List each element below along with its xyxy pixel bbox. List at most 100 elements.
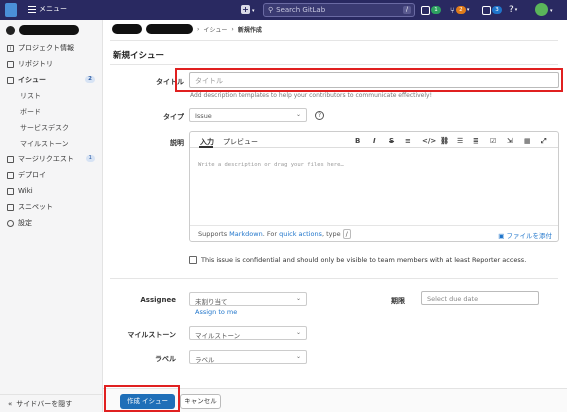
gitlab-logo-icon[interactable] bbox=[5, 3, 17, 17]
todo-icon bbox=[482, 5, 491, 15]
search-input[interactable]: ⚲ Search GitLab / bbox=[263, 3, 415, 17]
confidential-label: This issue is confidential and should on… bbox=[201, 256, 527, 264]
merge-request-icon bbox=[7, 155, 14, 163]
strikethrough-icon[interactable]: S bbox=[389, 137, 394, 145]
task-list-icon[interactable]: ☑ bbox=[490, 137, 496, 145]
sidebar-item-settings[interactable]: 設定 bbox=[7, 217, 99, 229]
issues-icon bbox=[7, 76, 14, 84]
sidebar-item-label: リポジトリ bbox=[18, 60, 53, 68]
breadcrumb-separator: › bbox=[197, 25, 200, 33]
project-name-redacted bbox=[19, 25, 79, 35]
description-editor: 入力 プレビュー B I S ≡ </> ⛓ ☰ ≣ ☑ ⇲ ▦ ⤢ Write… bbox=[189, 131, 559, 242]
bold-icon[interactable]: B bbox=[355, 137, 360, 145]
highlight-create-box bbox=[104, 385, 180, 412]
due-date-label: 期限 bbox=[391, 297, 405, 305]
book-icon bbox=[7, 187, 14, 195]
divider bbox=[110, 278, 558, 279]
type-select[interactable]: Issue ⌄ bbox=[189, 108, 307, 122]
sidebar-item-label: 設定 bbox=[18, 219, 32, 227]
breadcrumb-group-redacted[interactable] bbox=[112, 24, 142, 34]
breadcrumb-issues[interactable]: イシュー bbox=[203, 25, 227, 34]
collapse-sidebar-label: サイドバーを隠す bbox=[16, 399, 73, 408]
sidebar-item-snippets[interactable]: スニペット bbox=[7, 201, 99, 213]
divider bbox=[110, 64, 558, 65]
labels-label: ラベル bbox=[155, 355, 176, 363]
assignee-select[interactable]: 未割り当て ⌄ bbox=[189, 292, 307, 306]
chevron-down-icon: ▾ bbox=[252, 8, 255, 14]
sidebar-item-label: プロジェクト情報 bbox=[18, 44, 74, 52]
sidebar-item-project-info[interactable]: i プロジェクト情報 bbox=[7, 42, 99, 54]
labels-select[interactable]: ラベル ⌄ bbox=[189, 350, 307, 364]
new-item-icon[interactable]: + bbox=[241, 5, 250, 14]
sidebar-item-repository[interactable]: リポジトリ bbox=[7, 58, 99, 70]
milestone-select[interactable]: マイルストーン ⌄ bbox=[189, 326, 307, 340]
table-icon[interactable]: ▦ bbox=[524, 137, 531, 145]
top-bar: メニュー + ▾ ⚲ Search GitLab / 1 ⑂ 2 ▾ 3 ? ▾… bbox=[0, 0, 567, 20]
bullet-list-icon[interactable]: ☰ bbox=[457, 137, 463, 145]
supports-text: Supports bbox=[198, 230, 230, 238]
breadcrumb-separator: › bbox=[231, 25, 234, 33]
link-icon[interactable]: ⛓ bbox=[440, 137, 449, 145]
sidebar-subitem-list[interactable]: リスト bbox=[20, 91, 41, 101]
assign-to-me-link[interactable]: Assign to me bbox=[195, 308, 237, 316]
chevron-down-icon: ⌄ bbox=[295, 295, 301, 302]
sidebar-item-issues[interactable]: イシュー 2 bbox=[7, 74, 99, 86]
help-icon: ? bbox=[509, 5, 514, 15]
numbered-list-icon[interactable]: ≣ bbox=[473, 137, 479, 145]
sidebar: i プロジェクト情報 リポジトリ イシュー 2 リスト ボード サービスデスク … bbox=[0, 20, 103, 412]
sidebar-subitem-boards[interactable]: ボード bbox=[20, 107, 41, 117]
issues-count-badge: 2 bbox=[85, 76, 95, 83]
collapsible-icon[interactable]: ⇲ bbox=[507, 137, 513, 145]
supports-text: . For bbox=[262, 230, 280, 238]
confidential-checkbox[interactable] bbox=[189, 256, 197, 264]
italic-icon[interactable]: I bbox=[373, 137, 376, 145]
markdown-link[interactable]: Markdown bbox=[229, 230, 263, 238]
code-icon[interactable]: </> bbox=[422, 137, 436, 145]
merge-requests-nav-button[interactable]: ⑂ 2 ▾ bbox=[450, 4, 469, 16]
quick-actions-link[interactable]: quick actions bbox=[279, 230, 322, 238]
issues-nav-button[interactable]: 1 bbox=[421, 4, 441, 16]
description-label: 説明 bbox=[170, 139, 184, 147]
supports-text: , type bbox=[321, 230, 343, 238]
merge-requests-count: 2 bbox=[455, 6, 466, 14]
gear-icon bbox=[7, 219, 14, 227]
collapse-sidebar-button[interactable]: « サイドバーを隠す bbox=[0, 394, 103, 412]
sidebar-item-merge-requests[interactable]: マージリクエスト 1 bbox=[7, 153, 99, 165]
tab-preview[interactable]: プレビュー bbox=[223, 137, 258, 147]
user-avatar[interactable] bbox=[535, 3, 548, 16]
breadcrumb: › イシュー › 新規作成 bbox=[112, 24, 262, 34]
slash-key: / bbox=[342, 229, 351, 239]
description-textarea[interactable]: Write a description or drag your files h… bbox=[198, 162, 344, 168]
type-select-value: Issue bbox=[195, 112, 212, 120]
attach-file-button[interactable]: ▣ ファイルを添付 bbox=[498, 230, 552, 240]
quote-icon[interactable]: ≡ bbox=[405, 137, 411, 145]
project-header[interactable] bbox=[6, 25, 79, 35]
milestone-select-value: マイルストーン bbox=[195, 332, 241, 340]
help-circle-icon[interactable]: ? bbox=[315, 111, 324, 120]
chevron-down-icon: ▾ bbox=[514, 7, 518, 13]
sidebar-item-deploy[interactable]: デプロイ bbox=[7, 169, 99, 181]
sidebar-item-wiki[interactable]: Wiki bbox=[7, 185, 99, 197]
chevron-down-icon: ▾ bbox=[466, 7, 470, 13]
sidebar-subitem-milestones[interactable]: マイルストーン bbox=[20, 139, 69, 149]
doc-icon bbox=[7, 60, 14, 68]
image-icon: ▣ bbox=[498, 232, 505, 240]
project-avatar bbox=[6, 25, 15, 35]
highlight-title-box bbox=[175, 68, 563, 92]
divider bbox=[110, 40, 558, 41]
sidebar-subitem-service-desk[interactable]: サービスデスク bbox=[20, 123, 69, 133]
due-date-input[interactable]: Select due date bbox=[421, 291, 539, 305]
cancel-button[interactable]: キャンセル bbox=[180, 394, 221, 409]
help-button[interactable]: ? ▾ bbox=[509, 4, 517, 16]
milestone-label: マイルストーン bbox=[127, 331, 176, 339]
fullscreen-icon[interactable]: ⤢ bbox=[541, 137, 547, 146]
breadcrumb-project-redacted[interactable] bbox=[146, 24, 193, 34]
rocket-icon bbox=[7, 171, 14, 179]
issues-count: 1 bbox=[431, 6, 441, 14]
active-tab-underline bbox=[199, 146, 213, 148]
editor-footer: Supports Markdown. For quick actions, ty… bbox=[190, 225, 558, 241]
todos-nav-button[interactable]: 3 bbox=[482, 4, 502, 16]
todos-count: 3 bbox=[492, 6, 502, 14]
menu-button[interactable]: メニュー bbox=[28, 4, 67, 14]
assignee-select-value: 未割り当て bbox=[195, 298, 228, 306]
